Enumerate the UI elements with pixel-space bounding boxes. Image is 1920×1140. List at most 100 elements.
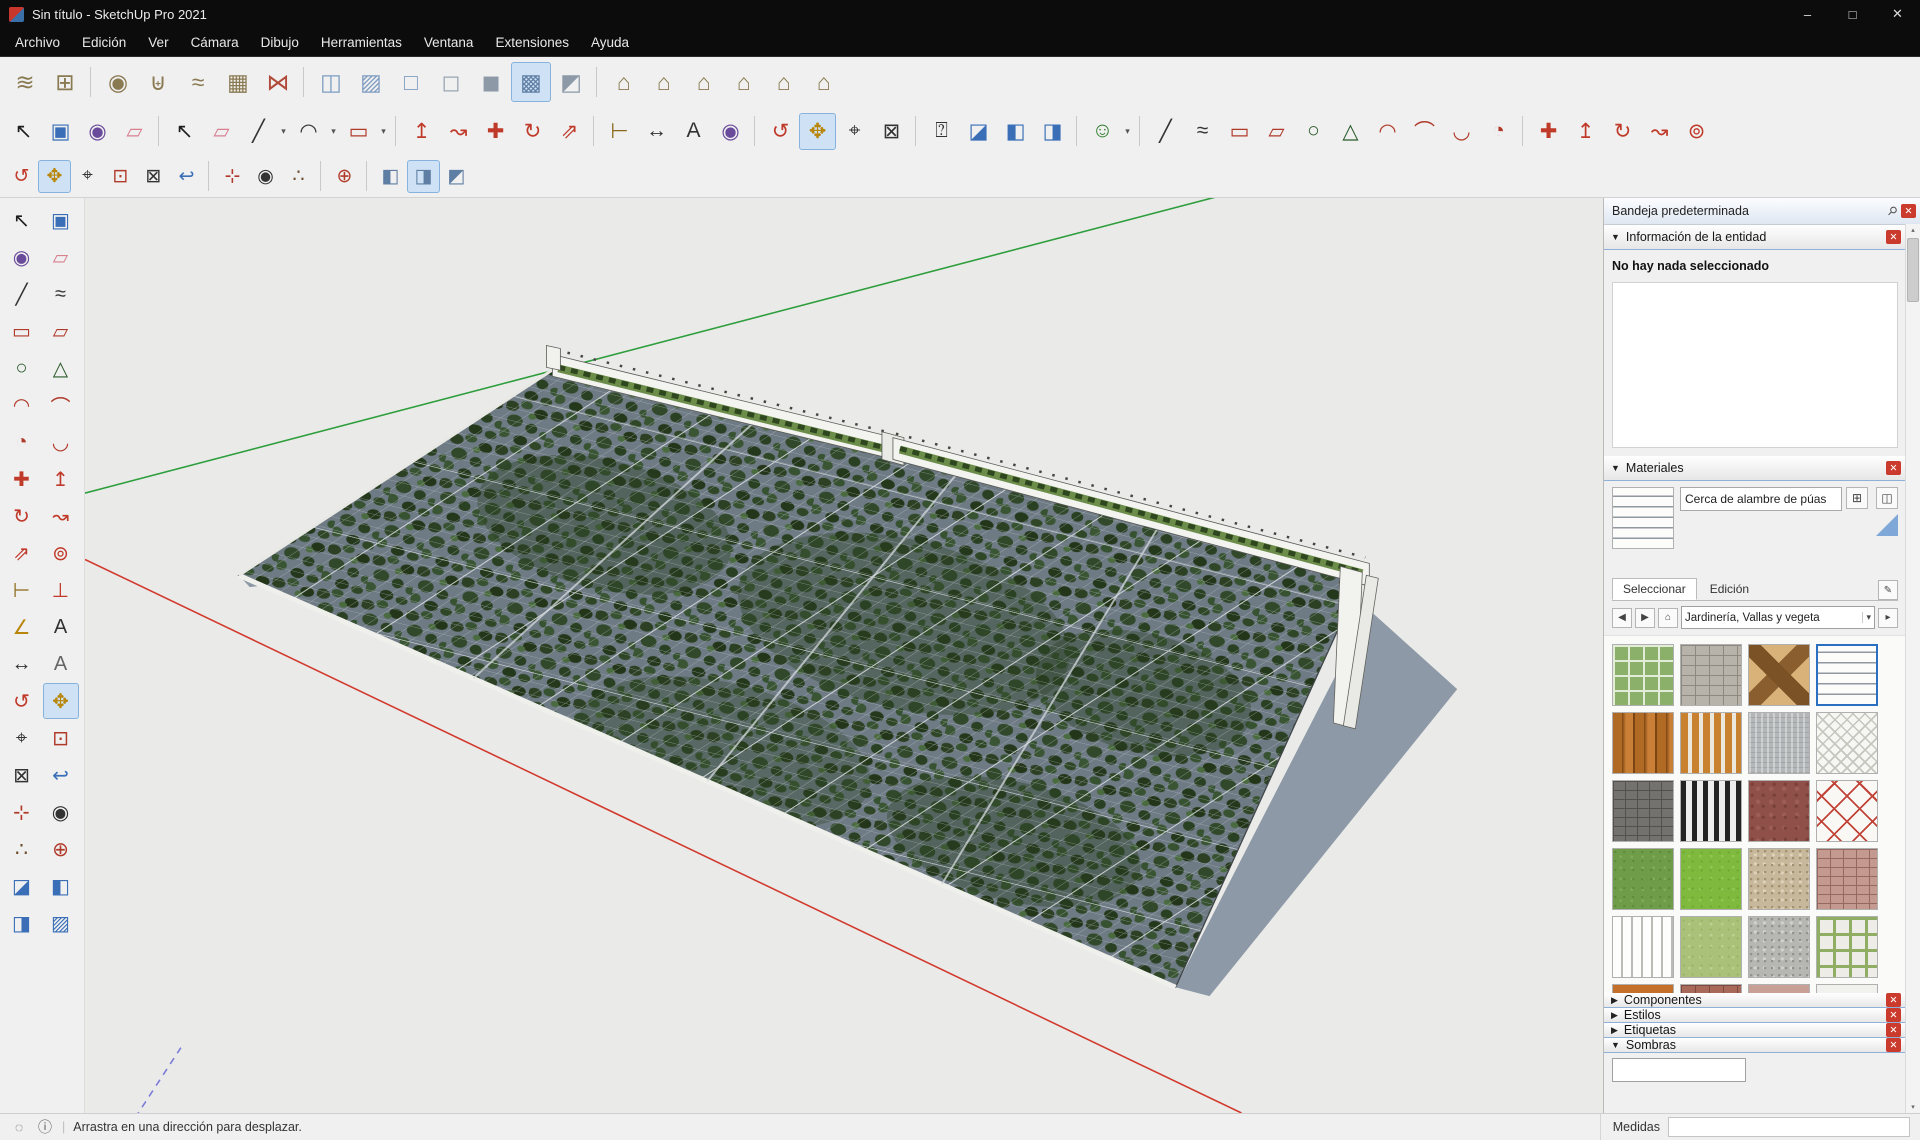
tray-section-header[interactable]: ▶ Estilos ✕: [1604, 1008, 1906, 1023]
walk-icon[interactable]: ∴: [282, 160, 315, 193]
move-tool-icon[interactable]: ✚: [4, 461, 40, 497]
close-entity-info-button[interactable]: ✕: [1886, 230, 1901, 244]
shaded-with-textures-icon[interactable]: ▩: [511, 62, 551, 102]
pie-tool-icon[interactable]: ◔: [4, 424, 40, 460]
close-section-button[interactable]: ✕: [1886, 1008, 1901, 1022]
gravel-gray[interactable]: [1748, 916, 1810, 978]
three-point-arc-icon[interactable]: ◡: [43, 424, 79, 460]
section-fill-icon[interactable]: ▨: [43, 905, 79, 941]
protractor-icon[interactable]: ∠: [4, 609, 40, 645]
chevron-down-icon[interactable]: ▾: [1862, 612, 1871, 623]
Ventana[interactable]: Ventana: [413, 28, 485, 56]
orange-solid[interactable]: [1612, 984, 1674, 993]
grass-bright[interactable]: [1680, 848, 1742, 910]
freehand-tool-icon[interactable]: ≈: [43, 276, 79, 312]
offset-tool-icon[interactable]: ⊚: [1678, 113, 1715, 150]
zoom-window-icon[interactable]: ⊡: [43, 720, 79, 756]
create-material-button[interactable]: ⊞: [1846, 487, 1868, 509]
line-tool-icon[interactable]: ╱: [1147, 113, 1184, 150]
follow-me-icon[interactable]: ↝: [440, 113, 477, 150]
rotate-tool-icon[interactable]: ↻: [4, 498, 40, 534]
wireframe-icon[interactable]: □: [391, 62, 431, 102]
Herramientas[interactable]: Herramientas: [310, 28, 413, 56]
flip-edge-icon[interactable]: ⋈: [258, 62, 298, 102]
pan-icon[interactable]: ✥: [38, 160, 71, 193]
gravel-tan[interactable]: [1748, 848, 1810, 910]
walk-icon[interactable]: ∴: [4, 831, 40, 867]
zoom-extents-icon[interactable]: ⊠: [4, 757, 40, 793]
tab-edicion[interactable]: Edición: [1699, 578, 1760, 600]
zoom-extents-icon[interactable]: ⊠: [137, 160, 170, 193]
material-name-input[interactable]: [1680, 487, 1842, 511]
line-tool-icon[interactable]: ╱: [4, 276, 40, 312]
three-point-arc-icon[interactable]: ◡: [1443, 113, 1480, 150]
previous-view-icon[interactable]: ↩: [43, 757, 79, 793]
monochrome-icon[interactable]: ◩: [551, 62, 591, 102]
line-tool-icon[interactable]: ╱: [240, 113, 277, 150]
zoom-icon[interactable]: ⌖: [71, 160, 104, 193]
front-view-icon[interactable]: ⌂: [684, 62, 724, 102]
axes-compass-icon[interactable]: ⊕: [43, 831, 79, 867]
collapse-arrow-icon[interactable]: ▼: [1611, 232, 1620, 242]
close-button[interactable]: ✕: [1875, 0, 1920, 28]
arc-tool-icon[interactable]: ◠: [1369, 113, 1406, 150]
grass-light[interactable]: [1680, 916, 1742, 978]
position-camera-icon[interactable]: ⊹: [216, 160, 249, 193]
tray-section-header[interactable]: ▶ Etiquetas ✕: [1604, 1023, 1906, 1038]
arc-tool-icon[interactable]: ◠: [290, 113, 327, 150]
select-tool-icon[interactable]: ↖: [4, 202, 40, 238]
move-tool-icon[interactable]: ✚: [1530, 113, 1567, 150]
back-button[interactable]: ◀: [1612, 608, 1632, 628]
section-plane-icon[interactable]: ◪: [960, 113, 997, 150]
scene-view-1-icon[interactable]: ◧: [374, 160, 407, 193]
select-tool-icon[interactable]: ↖: [166, 113, 203, 150]
rotated-rectangle-icon[interactable]: ▱: [43, 313, 79, 349]
sandbox-from-contours-icon[interactable]: ≋: [5, 62, 45, 102]
dimension-icon[interactable]: ↔: [638, 113, 675, 150]
push-pull-icon[interactable]: ↥: [43, 461, 79, 497]
in-model-home-button[interactable]: ⌂: [1658, 608, 1678, 628]
rectangle-tool-menu[interactable]: ▾: [377, 113, 390, 150]
3d-text-icon[interactable]: A: [43, 646, 79, 682]
make-component-icon[interactable]: ▣: [43, 202, 79, 238]
details-button[interactable]: ▸: [1878, 608, 1898, 628]
circle-tool-icon[interactable]: ○: [1295, 113, 1332, 150]
stamp-icon[interactable]: ⊎: [138, 62, 178, 102]
look-around-icon[interactable]: ◉: [249, 160, 282, 193]
section-cut-icon[interactable]: ◨: [1034, 113, 1071, 150]
section-display-icon[interactable]: ◧: [997, 113, 1034, 150]
red-brick[interactable]: [1748, 780, 1810, 842]
paint-bucket-icon[interactable]: ◉: [79, 113, 116, 150]
scroll-up-icon[interactable]: ▴: [1911, 224, 1915, 236]
close-section-button[interactable]: ✕: [1886, 993, 1901, 1007]
rotated-rectangle-icon[interactable]: ▱: [1258, 113, 1295, 150]
arc-tool-menu[interactable]: ▾: [327, 113, 340, 150]
close-materials-button[interactable]: ✕: [1886, 461, 1901, 475]
tray-section-header[interactable]: ▶ Componentes ✕: [1604, 993, 1906, 1008]
user-profile-menu[interactable]: ▾: [1121, 113, 1134, 150]
rotate-tool-icon[interactable]: ↻: [514, 113, 551, 150]
axes-tool-icon[interactable]: ⊥: [43, 572, 79, 608]
polygon-tool-icon[interactable]: △: [1332, 113, 1369, 150]
pink-plain[interactable]: [1748, 984, 1810, 993]
left-view-icon[interactable]: ⌂: [804, 62, 844, 102]
push-pull-icon[interactable]: ↥: [1567, 113, 1604, 150]
iso-view-icon[interactable]: ⌂: [604, 62, 644, 102]
moss-pavers[interactable]: [1816, 916, 1878, 978]
section-display-icon[interactable]: ◧: [43, 868, 79, 904]
tape-measure-icon[interactable]: ⊢: [4, 572, 40, 608]
previous-view-icon[interactable]: ↩: [170, 160, 203, 193]
user-profile-icon[interactable]: ☺: [1084, 113, 1121, 150]
polygon-tool-icon[interactable]: △: [43, 350, 79, 386]
orange-fence[interactable]: [1680, 712, 1742, 774]
entity-info-header[interactable]: ▼ Información de la entidad ✕: [1604, 225, 1906, 250]
two-point-arc-icon[interactable]: ⌒: [43, 387, 79, 423]
grass-dark[interactable]: [1612, 848, 1674, 910]
back-view-icon[interactable]: ⌂: [764, 62, 804, 102]
Ver[interactable]: Ver: [137, 28, 179, 56]
white-fence[interactable]: [1612, 916, 1674, 978]
maximize-button[interactable]: □: [1830, 0, 1875, 28]
follow-me-icon[interactable]: ↝: [43, 498, 79, 534]
line-tool-menu[interactable]: ▾: [277, 113, 290, 150]
dimension-icon[interactable]: ↔: [4, 646, 40, 682]
